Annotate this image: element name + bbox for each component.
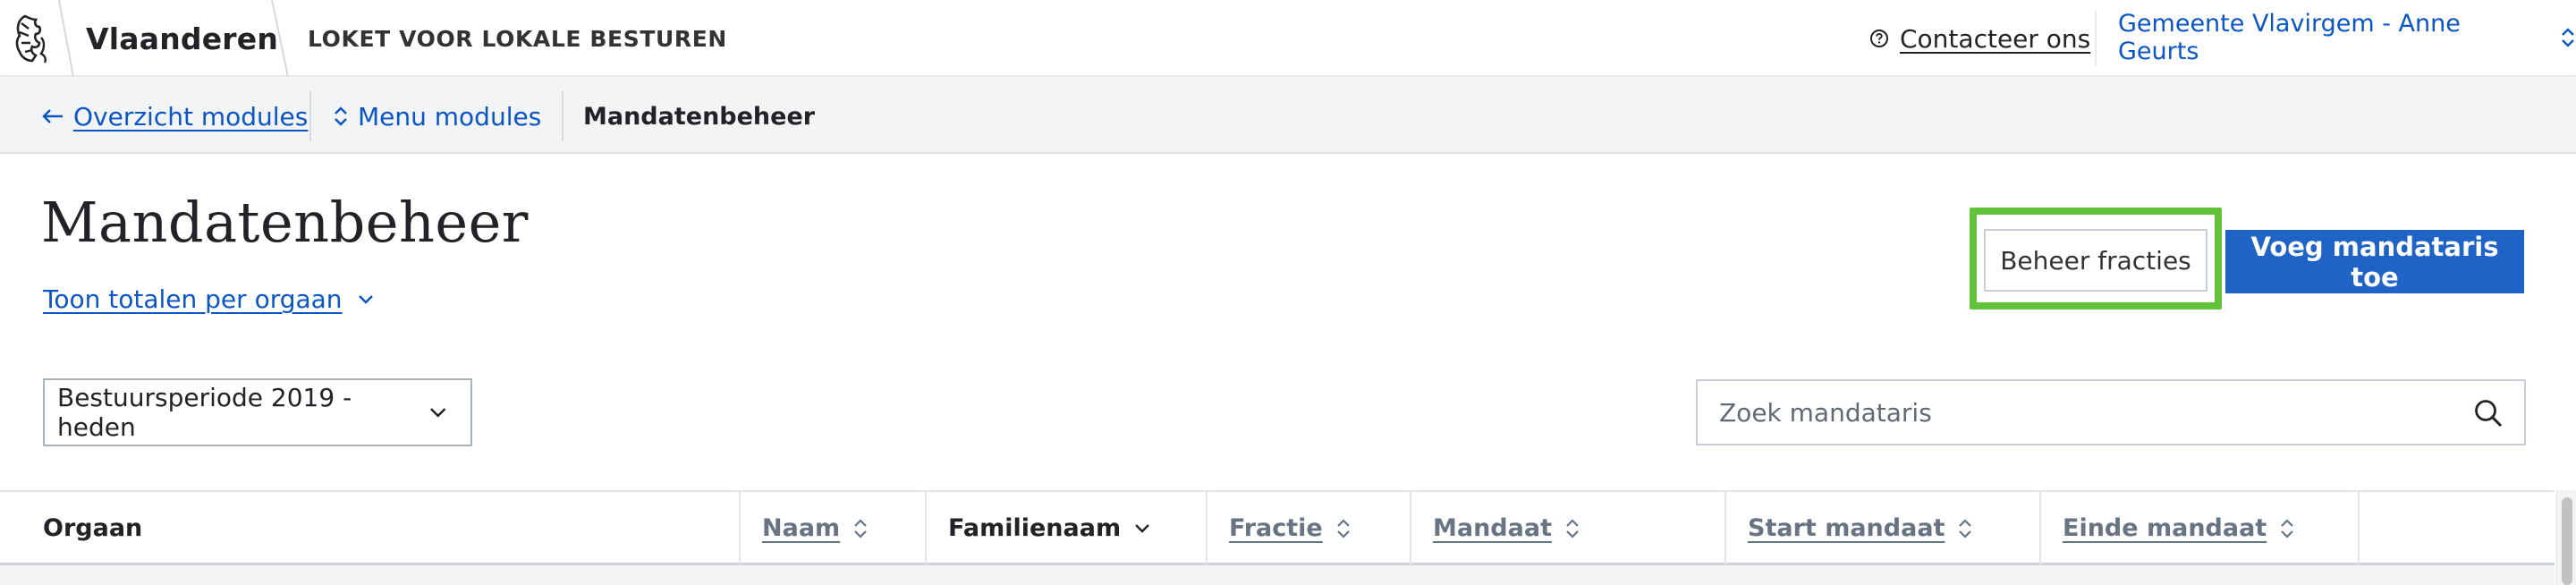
column-divider [1724,492,1726,564]
sort-icon [2281,518,2293,538]
sort-icon [1959,518,1972,538]
menu-modules-label: Menu modules [358,101,542,131]
arrow-left-icon [42,109,63,123]
search-field [1696,379,2526,445]
table-header: Orgaan Naam Familienaam Fractie Mandaat … [0,490,2555,565]
column-divider [1410,492,1411,564]
page-title: Mandatenbeheer [41,190,529,255]
top-bar: Vlaanderen LOKET VOOR LOKALE BESTUREN Co… [0,0,2576,77]
app-title[interactable]: LOKET VOOR LOKALE BESTUREN [308,26,727,52]
chevron-down-icon [358,294,373,304]
column-header-family-name[interactable]: Familienaam [948,492,1151,564]
sort-icon [854,518,867,538]
overview-modules-link[interactable]: Overzicht modules [41,98,308,134]
header-divider [2095,11,2097,66]
column-header-faction[interactable]: Fractie [1229,492,1352,564]
nav-divider [562,91,564,141]
vlaanderen-lion-logo[interactable] [9,11,57,66]
column-header-faction-label: Fractie [1229,514,1323,542]
manage-factions-button[interactable]: Beheer fracties [1984,229,2207,292]
chevron-down-icon [429,408,445,418]
brand-divider [271,0,289,77]
column-divider [1206,492,1208,564]
logo-divider [58,0,74,77]
column-divider [2358,492,2360,564]
column-header-name-label: Naam [762,514,841,542]
column-header-mandate[interactable]: Mandaat [1433,492,1580,564]
column-header-start-mandate-label: Start mandaat [1748,514,1945,542]
menu-modules-button[interactable]: Menu modules [333,98,541,134]
period-select[interactable]: Bestuursperiode 2019 - heden [43,378,472,446]
column-divider [739,492,741,564]
column-header-mandate-label: Mandaat [1433,514,1552,542]
column-header-start-mandate[interactable]: Start mandaat [1748,492,1973,564]
contact-label: Contacteer ons [1900,23,2091,54]
overview-modules-label: Overzicht modules [73,101,309,131]
search-input[interactable] [1698,381,2449,444]
column-divider [2039,492,2041,564]
totals-per-organ-label: Toon totalen per orgaan [43,284,343,314]
current-module: Mandatenbeheer [583,102,816,131]
table-body-edge [0,565,2555,585]
contact-link[interactable]: Contacteer ons [1869,22,2090,55]
sort-icon [1566,518,1579,538]
add-mandatary-button[interactable]: Voeg mandataris toe [2225,230,2524,293]
column-header-family-name-label: Familienaam [948,514,1122,542]
brand-name[interactable]: Vlaanderen [86,21,278,56]
chevron-up-down-icon [2562,28,2574,47]
table-scrollbar[interactable] [2556,490,2576,585]
user-menu[interactable]: Gemeente Vlavirgem - Anne Geurts [2118,10,2576,65]
column-header-organ-label: Orgaan [43,514,143,542]
chevron-up-down-icon [335,106,347,126]
help-circle-icon [1870,30,1888,47]
column-header-organ: Orgaan [43,492,142,564]
totals-per-organ-toggle[interactable]: Toon totalen per orgaan [43,284,375,314]
scrollbar-thumb[interactable] [2562,497,2572,585]
column-header-name[interactable]: Naam [762,492,869,564]
column-divider [925,492,927,564]
sort-icon [1336,518,1350,538]
user-menu-label: Gemeente Vlavirgem - Anne Geurts [2118,10,2461,65]
column-header-end-mandate-label: Einde mandaat [2063,514,2267,542]
column-header-end-mandate[interactable]: Einde mandaat [2063,492,2295,564]
nav-divider [309,91,311,141]
module-navigation: Overzicht modules Menu modules Mandatenb… [0,79,2576,154]
period-select-value: Bestuursperiode 2019 - heden [57,383,352,442]
sort-descending-icon [1135,523,1149,533]
search-icon[interactable] [2472,397,2504,429]
